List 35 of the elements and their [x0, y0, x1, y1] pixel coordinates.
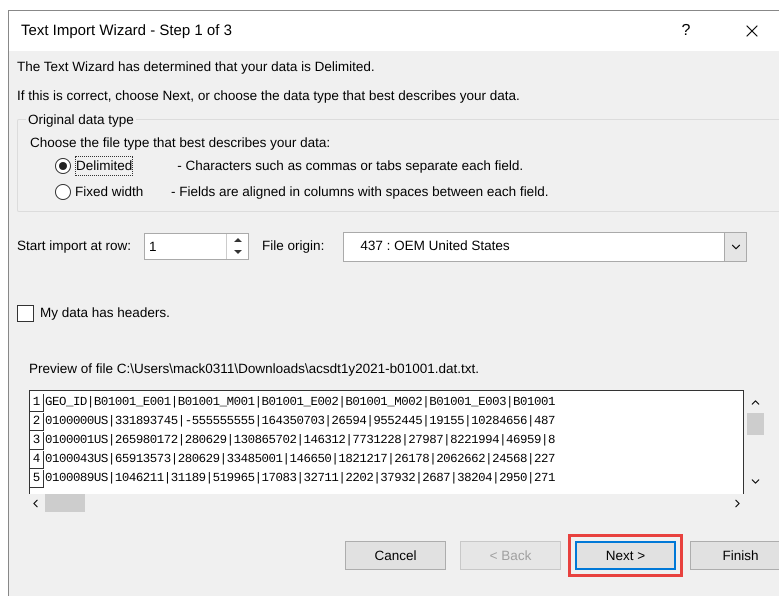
field-label: File origin: — [262, 237, 324, 256]
preview-row-text: 0100001US|265980172|280629|130865702|146312|7731228|27987|8221994|46959|8 — [44, 432, 555, 450]
spinner-value: 1 — [148, 238, 158, 256]
dropdown-value: 437 : OEM United States — [359, 237, 511, 256]
row-spinner[interactable]: 1 — [144, 233, 250, 260]
dialog-button[interactable]: Finish — [690, 541, 779, 570]
row-number: 5 — [30, 470, 44, 488]
checkbox-label[interactable]: My data has headers. — [40, 302, 170, 324]
scroll-thumb[interactable] — [45, 494, 85, 512]
field-label: Start import at row: — [17, 237, 132, 256]
preview-row-text: 0100000US|331893745|-555555555|164350703|26594|9552445|19155|10284656|487 — [44, 413, 555, 430]
option-description: - Characters such as commas or tabs separate each field. — [177, 156, 524, 175]
preview-row-text: 0100089US|1046211|31189|519965|17083|32711|2202|37932|2687|38204|2950|271 — [44, 470, 555, 488]
preview-caption: Preview of file C:\Users\mack0311\Downloads\acsdt1y2021-b01001.dat.txt. — [29, 360, 480, 378]
row-number: 4 — [30, 450, 44, 469]
radio-label[interactable]: Delimited — [75, 156, 134, 176]
option-description: - Fields are aligned in columns with spaces between each field. — [171, 182, 548, 201]
window-title: Text Import Wizard - Step 1 of 3 — [21, 20, 232, 41]
prompt-text: Choose the file type that best describes your data: — [30, 134, 332, 152]
origin-dropdown[interactable]: 437 : OEM United States — [343, 232, 748, 262]
row-number: 2 — [30, 412, 44, 431]
help-button[interactable]: ? — [671, 19, 701, 43]
intro-text: If this is correct, choose Next, or choose the data type that best describes your data. — [17, 87, 521, 105]
preview-row-text: GEO_ID|B01001_E001|B01001_M001|B01001_E002|B01001_M002|B01001_E003|B01001 — [44, 394, 555, 412]
intro-text: The Text Wizard has determined that your data is Delimited. — [17, 58, 376, 76]
row-number: 1 — [30, 394, 44, 412]
scroll-thumb[interactable] — [746, 413, 764, 436]
radio-button[interactable] — [55, 184, 71, 200]
radio-label[interactable]: Fixed width — [75, 182, 165, 202]
preview-row-text: 0100043US|65913573|280629|33485001|146650|1821217|26178|2062662|24568|227 — [44, 451, 555, 468]
radio-button[interactable] — [55, 158, 71, 174]
dialog-button[interactable]: Next > — [575, 541, 676, 570]
row-number: 3 — [30, 432, 44, 450]
checkbox[interactable] — [17, 304, 34, 322]
dialog-button[interactable]: Cancel — [345, 541, 446, 570]
